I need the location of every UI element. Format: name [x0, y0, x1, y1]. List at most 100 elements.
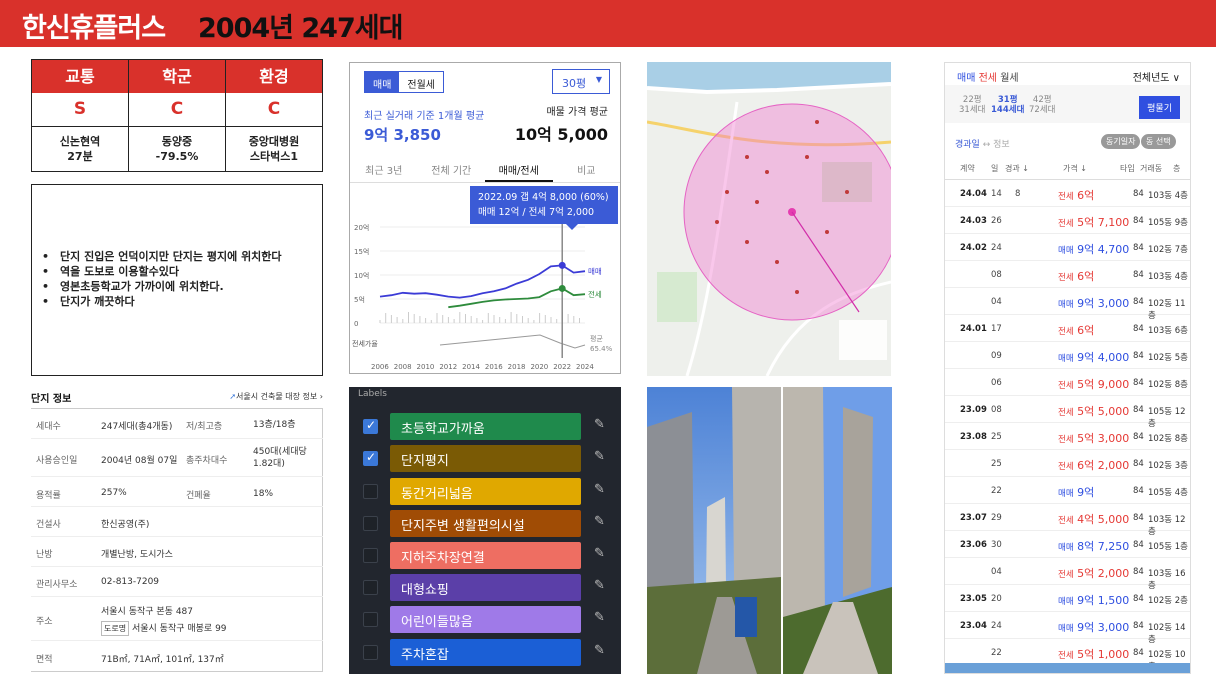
sort-toggle[interactable]: 경과일 ↔ 정보 [955, 137, 1010, 150]
tx-row[interactable]: 23.07 29 전세 4억 5,000 84 103동 12층 [945, 504, 1190, 537]
tx-row[interactable]: 09 매매 9억 4,000 84 102동 5층 [945, 342, 1190, 369]
tab-compare[interactable]: 비교 [553, 159, 621, 182]
label-chip: 주차혼잡 [390, 639, 581, 666]
tx-row[interactable]: 06 전세 5억 9,000 84 102동 8층 [945, 369, 1190, 396]
tx-day: 08 [991, 405, 1002, 415]
label-item[interactable]: 단지주변 생활편의시설 ✎ [349, 510, 621, 537]
size-apply-button[interactable]: 평물기 [1139, 96, 1180, 119]
complex-info-table: 세대수 247세대(총4개동) 저/최고층 13층/18층 사용승인일 2004년 08… [31, 408, 323, 672]
label-checkbox[interactable] [363, 450, 378, 466]
tx-price: 전세 4억 5,000 [1058, 513, 1130, 526]
tx-day: 14 [991, 189, 1002, 199]
tx-row[interactable]: 23.04 24 매매 9억 3,000 84 102동 14층 [945, 612, 1190, 645]
score-table: 교통 학군 환경 SCC 신논현역 27분 동양중 -79.5% 중앙대병원 스타벅스1 [31, 59, 323, 172]
tx-tab-sale[interactable]: 매매 [957, 73, 975, 84]
tx-row[interactable]: 23.06 30 매매 8억 7,250 84 105동 1층 [945, 531, 1190, 558]
tx-day: 09 [991, 351, 1002, 361]
tx-table-header: 계약 일 경과 ↓ 가격 ↓ 타입 거래동 층 [945, 158, 1190, 180]
note-item: 단지 진입은 언덕이지만 단지는 평지에 위치한다 [42, 249, 322, 264]
tooltip-gap: 2022.09 갭 4억 8,000 (60%) [478, 192, 609, 203]
edit-pencil-icon[interactable]: ✎ [594, 417, 605, 432]
edit-pencil-icon[interactable]: ✎ [594, 578, 605, 593]
tab-all-period[interactable]: 전체 기간 [418, 159, 486, 182]
info-value: 한신공영(주) [101, 520, 150, 530]
tx-area: 84 [1133, 594, 1144, 604]
label-item[interactable]: 지하주차장연결 ✎ [349, 542, 621, 569]
scrollbar[interactable] [945, 663, 1190, 673]
tx-row[interactable]: 24.03 26 전세 5억 7,100 84 105동 9층 [945, 207, 1190, 234]
edit-pencil-icon[interactable]: ✎ [594, 514, 605, 529]
tx-area: 84 [1133, 243, 1144, 253]
tx-day: 06 [991, 378, 1002, 388]
tx-row[interactable]: 08 전세 6억 84 103동 4층 [945, 261, 1190, 288]
info-key: 총주차대수 [186, 456, 228, 466]
location-map[interactable] [647, 62, 891, 376]
edit-pencil-icon[interactable]: ✎ [594, 482, 605, 497]
filter-chip[interactable]: 동기일자 [1101, 134, 1141, 149]
size-option[interactable]: 22평 31세대 [959, 95, 985, 115]
edit-pencil-icon[interactable]: ✎ [594, 546, 605, 561]
filter-chip[interactable]: 동 선택 [1141, 134, 1176, 149]
tx-row[interactable]: 23.08 25 전세 5억 3,000 84 102동 8층 [945, 423, 1190, 450]
tx-row[interactable]: 23.09 08 전세 5억 5,000 84 105동 12층 [945, 396, 1190, 429]
year-filter[interactable]: 전체년도 ∨ [1133, 69, 1180, 84]
label-checkbox[interactable] [363, 580, 378, 595]
tab-rent[interactable]: 전월세 [399, 72, 443, 92]
tx-day: 08 [991, 270, 1002, 280]
label-checkbox[interactable] [363, 548, 378, 563]
tx-tab-monthly[interactable]: 월세 [1000, 73, 1018, 84]
tx-price: 매매 9억 4,700 [1058, 243, 1130, 256]
label-item[interactable]: 어린이들많음 ✎ [349, 606, 621, 633]
tx-row[interactable]: 23.05 20 매매 9억 1,500 84 102동 2층 [945, 585, 1190, 612]
tx-row[interactable]: 22전세 5억 1,00084102동 10층 [945, 639, 1190, 672]
tx-building: 105동 9층 [1148, 218, 1188, 228]
edit-pencil-icon[interactable]: ✎ [594, 449, 605, 464]
label-checkbox[interactable] [363, 645, 378, 660]
label-checkbox[interactable] [363, 612, 378, 627]
tx-day: 24 [991, 243, 1002, 253]
link-icon: ➚ [229, 392, 237, 401]
tx-area: 84 [1133, 189, 1144, 199]
label-checkbox[interactable] [363, 418, 378, 434]
tx-row[interactable]: 24.04 14 8 전세 6억 84 103동 4층 [945, 180, 1190, 207]
info-value: 450대(세대당 1.82대) [253, 447, 307, 469]
size-option[interactable]: 42평 72세대 [1029, 95, 1055, 115]
label-item[interactable]: 대형쇼핑 ✎ [349, 574, 621, 601]
label-item[interactable]: 초등학교가까움 ✎ [349, 413, 621, 440]
price-widget: 매매 전월세 30평 ▼ 최근 실거래 기준 1개월 평균 9억 3,850 매물 … [349, 62, 621, 374]
tx-row[interactable]: 25 전세 6억 2,000 84 102동 3층 [945, 450, 1190, 477]
tab-sale[interactable]: 매매 [365, 72, 400, 92]
tx-area: 84 [1133, 270, 1144, 280]
tx-day: 24 [991, 621, 1002, 631]
tx-day: 04 [991, 567, 1002, 577]
cursor-point [558, 261, 566, 269]
tx-row[interactable]: 04 전세 5억 2,000 84 103동 16층 [945, 558, 1190, 591]
score-grade-transport: S [32, 93, 129, 126]
label-item[interactable]: 단지평지 ✎ [349, 445, 621, 472]
cursor-point [558, 284, 566, 292]
tx-row[interactable]: 24.01 17 전세 6억 84 103동 6층 [945, 315, 1190, 342]
score-detail-school: 동양중 -79.5% [129, 127, 226, 171]
info-key: 용적률 [36, 491, 61, 501]
tx-price: 전세 5억 5,000 [1058, 405, 1130, 418]
info-key: 건설사 [36, 520, 61, 530]
pyeong-select[interactable]: 30평 ▼ [552, 69, 610, 94]
size-option[interactable]: 31평 144세대 [991, 95, 1024, 115]
tx-price: 전세 6억 [1058, 270, 1095, 283]
tx-row[interactable]: 22 매매 9억 84 105동 4층 [945, 477, 1190, 504]
tx-row[interactable]: 04 매매 9억 3,000 84 102동 11층 [945, 288, 1190, 321]
label-item[interactable]: 동간거리넓음 ✎ [349, 478, 621, 505]
tab-sale-jeonse[interactable]: 매매/전세 [485, 159, 553, 182]
edit-pencil-icon[interactable]: ✎ [594, 643, 605, 658]
tx-area: 84 [1133, 216, 1144, 226]
score-header-transport: 교통 [32, 60, 129, 93]
tab-recent-3y[interactable]: 최근 3년 [350, 159, 418, 182]
label-checkbox[interactable] [363, 484, 378, 499]
building-register-link[interactable]: ➚서울시 건축물 대장 정보 › [229, 391, 323, 402]
label-checkbox[interactable] [363, 516, 378, 531]
label-item[interactable]: 주차혼잡 ✎ [349, 639, 621, 666]
edit-pencil-icon[interactable]: ✎ [594, 610, 605, 625]
tx-row[interactable]: 24.02 24 매매 9억 4,700 84 102동 7층 [945, 234, 1190, 261]
recent-avg-value: 9억 3,850 [364, 126, 441, 144]
tx-tab-jeonse[interactable]: 전세 [979, 73, 997, 84]
